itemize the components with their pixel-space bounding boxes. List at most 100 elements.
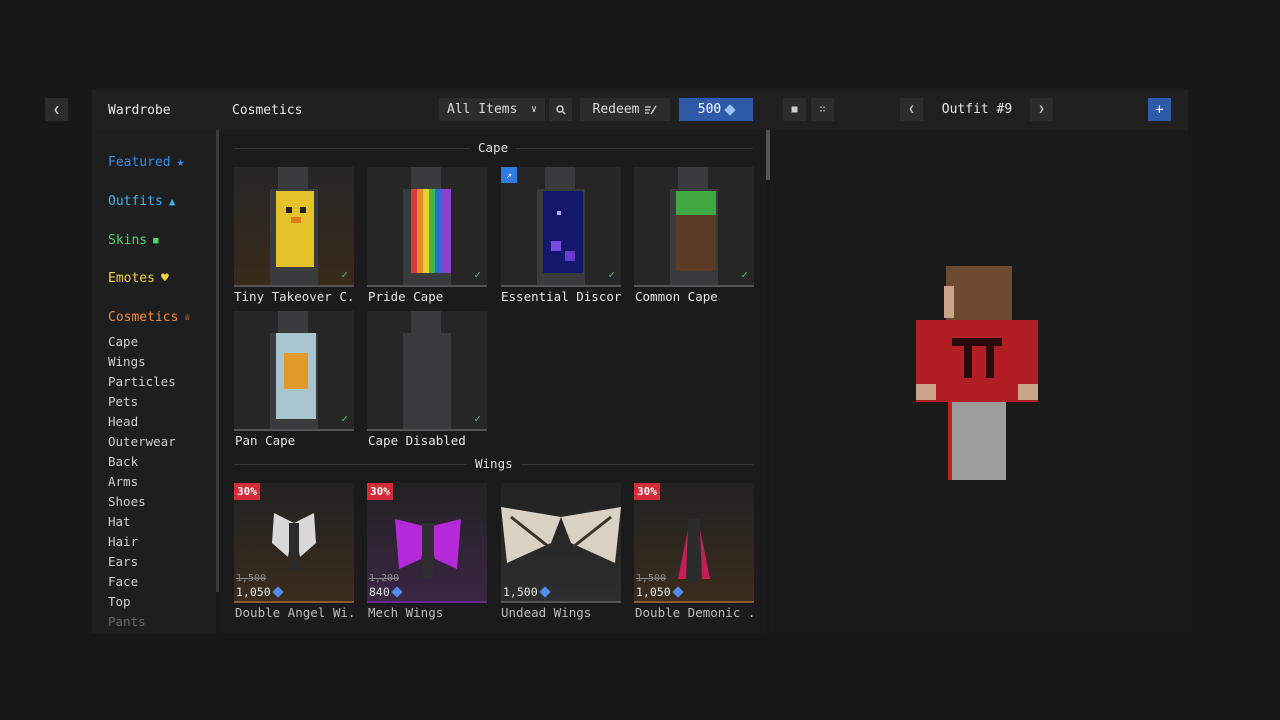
grid-view-button[interactable]: ∷ (811, 98, 834, 121)
coin-balance-button[interactable]: 500 (679, 98, 753, 121)
sidebar-subitem-outerwear[interactable]: Outerwear (108, 434, 176, 449)
chevron-down-icon: ∨ (530, 104, 537, 115)
sidebar-subitem-ears[interactable]: Ears (108, 554, 138, 569)
sidebar-subitem-pets[interactable]: Pets (108, 394, 138, 409)
item-card[interactable]: ✓ (634, 167, 754, 287)
card-divider (501, 285, 621, 287)
sidebar-subitem-head[interactable]: Head (108, 414, 138, 429)
sidebar-subitem-face[interactable]: Face (108, 574, 138, 589)
undead-wings-icon (501, 507, 621, 563)
sidebar-subitem-particles[interactable]: Particles (108, 374, 176, 389)
wardrobe-title: Wardrobe (108, 102, 171, 118)
sidebar-item-emotes[interactable]: Emotes ♥ (108, 271, 169, 286)
sidebar-item-label: Featured (108, 155, 171, 170)
item-card[interactable]: 1,500 (501, 483, 621, 603)
owned-check-icon: ✓ (741, 268, 748, 281)
item-card[interactable]: ✓ (367, 167, 487, 287)
card-divider (234, 285, 354, 287)
price-value: 1,050 (236, 585, 271, 599)
outfit-name: Outfit #9 (941, 102, 1013, 117)
sidebar-subitem-hat[interactable]: Hat (108, 514, 131, 529)
grass-cape-icon (676, 191, 716, 271)
item-card[interactable]: ✓ (234, 167, 354, 287)
coin-icon (391, 586, 403, 598)
back-button[interactable]: ❮ (45, 98, 68, 121)
mech-wings-icon (395, 519, 461, 579)
sidebar-subitem-back[interactable]: Back (108, 454, 138, 469)
card-divider (234, 601, 354, 603)
grid-icon: ∷ (819, 104, 826, 115)
sidebar-item-label: Skins (108, 233, 148, 248)
next-outfit-button[interactable]: ❯ (1030, 98, 1053, 121)
mannequin-head (411, 167, 441, 191)
item-name: Undead Wings (501, 605, 592, 620)
mannequin-head (678, 167, 708, 191)
sidebar-item-label: Outfits (108, 194, 163, 209)
price-value: 1,050 (636, 585, 671, 599)
section-title: Cosmetics (232, 102, 303, 118)
prev-outfit-button[interactable]: ❮ (900, 98, 923, 121)
star-icon: ★ (176, 155, 185, 170)
search-icon (555, 104, 566, 115)
pencil-list-icon (645, 105, 658, 114)
item-card[interactable]: ✓ (234, 311, 354, 431)
item-name: Tiny Takeover C... (234, 289, 356, 304)
person-icon: ■ (153, 235, 159, 246)
coin-icon (671, 586, 684, 598)
owned-check-icon: ✓ (341, 412, 348, 425)
card-divider (634, 601, 754, 603)
price: 1,050 (236, 585, 284, 599)
card-divider (367, 285, 487, 287)
original-price: 1,500 (636, 573, 667, 584)
sidebar-subitem-hair[interactable]: Hair (108, 534, 138, 549)
demonic-wings-icon (678, 519, 710, 583)
item-name: Pride Cape (368, 289, 444, 304)
sidebar-item-skins[interactable]: Skins ■ (108, 233, 159, 248)
card-divider (367, 429, 487, 431)
sale-badge: 30% (367, 483, 393, 500)
item-name: Common Cape (635, 289, 718, 304)
sidebar-subitem-pants[interactable]: Pants (108, 614, 146, 629)
filter-dropdown[interactable]: All Items ∨ (439, 98, 545, 121)
sidebar-subitem-top[interactable]: Top (108, 594, 131, 609)
chick-cape-icon (276, 191, 314, 267)
sidebar-subitem-wings[interactable]: Wings (108, 354, 146, 369)
coin-balance: 500 (697, 102, 722, 117)
plus-icon: + (1155, 101, 1164, 118)
coin-icon (724, 103, 736, 116)
item-name: Mech Wings (368, 605, 444, 620)
item-name: Pan Cape (235, 433, 296, 448)
price-value: 1,500 (503, 585, 538, 599)
item-card[interactable]: 30% 1,500 1,050 (234, 483, 354, 603)
sidebar-subitem-shoes[interactable]: Shoes (108, 494, 146, 509)
coin-icon (271, 586, 284, 598)
mannequin-head (545, 167, 575, 191)
chevron-right-icon: ❯ (1038, 104, 1045, 115)
card-divider (234, 429, 354, 431)
owned-check-icon: ✓ (341, 268, 348, 281)
chevron-left-icon: ❮ (908, 104, 915, 115)
item-card[interactable]: ✓ (367, 311, 487, 431)
sidebar-item-featured[interactable]: Featured ★ (108, 155, 184, 170)
original-price: 1,500 (236, 573, 267, 584)
price: 1,050 (636, 585, 684, 599)
card-divider (367, 601, 487, 603)
item-card[interactable]: ↗ ✓ (501, 167, 621, 287)
galaxy-cape-icon (543, 191, 583, 273)
redeem-label: Redeem (592, 102, 640, 117)
original-price: 1,200 (369, 573, 400, 584)
filter-value: All Items (447, 102, 518, 117)
sidebar-item-cosmetics[interactable]: Cosmetics ♕ (108, 310, 190, 325)
item-card[interactable]: 30% 1,500 1,050 (634, 483, 754, 603)
add-outfit-button[interactable]: + (1148, 98, 1171, 121)
item-card[interactable]: 30% 1,200 840 (367, 483, 487, 603)
sidebar-subitem-cape[interactable]: Cape (108, 334, 138, 349)
sidebar-item-outfits[interactable]: Outfits ▲ (108, 194, 175, 209)
shirt-icon: ▲ (168, 195, 176, 208)
sidebar-subitem-arms[interactable]: Arms (108, 474, 138, 489)
heart-icon: ♥ (160, 271, 169, 286)
skin-view-button[interactable]: ■ (783, 98, 806, 121)
redeem-button[interactable]: Redeem (580, 98, 670, 121)
item-name: Essential Discor... (501, 289, 623, 304)
search-button[interactable] (549, 98, 572, 121)
